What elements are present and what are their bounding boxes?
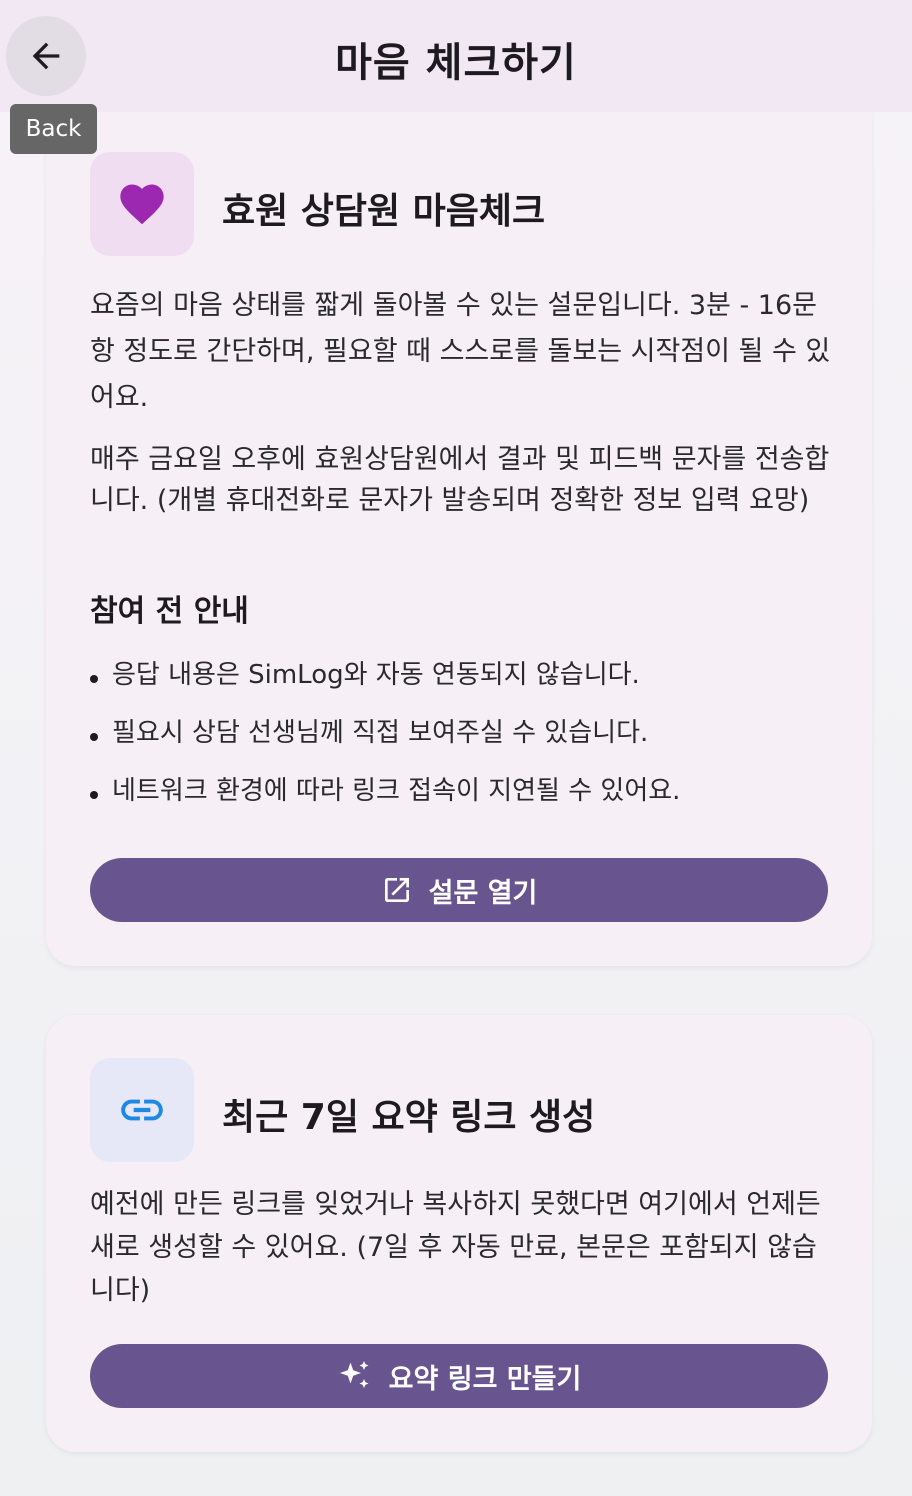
guide-item-text: 필요시 상담 선생님께 직접 보여주실 수 있습니다. xyxy=(112,718,649,748)
link-icon xyxy=(121,1099,163,1121)
guide-item-text: 응답 내용은 SimLog와 자동 연동되지 않습니다. xyxy=(112,660,640,690)
summary-description: 예전에 만든 링크를 잊었거나 복사하지 못했다면 여기에서 언제든 새로 생성… xyxy=(90,1189,821,1306)
open-survey-button[interactable]: 설문 열기 xyxy=(90,858,828,922)
list-item: 필요시 상담 선생님께 직접 보여주실 수 있습니다. xyxy=(90,704,680,762)
page-title: 마음 체크하기 xyxy=(335,40,577,86)
bullet-dot xyxy=(90,675,98,683)
bullet-dot xyxy=(90,791,98,799)
guide-list: 응답 내용은 SimLog와 자동 연동되지 않습니다. 필요시 상담 선생님께… xyxy=(90,646,680,820)
survey-icon-box xyxy=(90,152,194,256)
summary-link-card: 최근 7일 요약 링크 생성 예전에 만든 링크를 잊었거나 복사하지 못했다면… xyxy=(46,1015,872,1452)
create-summary-link-button[interactable]: 요약 링크 만들기 xyxy=(90,1344,828,1408)
bullet-dot xyxy=(90,733,98,741)
open-survey-label: 설문 열기 xyxy=(428,877,538,909)
create-summary-link-label: 요약 링크 만들기 xyxy=(388,1363,582,1395)
heart-icon xyxy=(120,184,164,225)
survey-card: 효원 상담원 마음체크 요즘의 마음 상태를 짧게 돌아볼 수 있는 설문입니다… xyxy=(46,86,872,966)
back-tooltip: Back xyxy=(10,104,97,154)
survey-description: 요즘의 마음 상태를 짧게 돌아볼 수 있는 설문입니다. 3분 - 16문항 … xyxy=(90,290,831,413)
list-item: 응답 내용은 SimLog와 자동 연동되지 않습니다. xyxy=(90,646,680,704)
summary-card-title: 최근 7일 요약 링크 생성 xyxy=(222,1097,596,1138)
survey-card-title: 효원 상담원 마음체크 xyxy=(222,191,546,232)
sparkle-icon xyxy=(337,1358,373,1394)
guide-item-text: 네트워크 환경에 따라 링크 접속이 지연될 수 있어요. xyxy=(112,776,681,806)
guide-title: 참여 전 안내 xyxy=(90,594,249,629)
open-in-new-icon xyxy=(381,874,413,906)
survey-notice: 매주 금요일 오후에 효원상담원에서 결과 및 피드백 문자를 전송합니다. (… xyxy=(90,444,830,516)
summary-icon-box xyxy=(90,1058,194,1162)
app-bar: 마음 체크하기 xyxy=(0,0,912,112)
list-item: 네트워크 환경에 따라 링크 접속이 지연될 수 있어요. xyxy=(90,762,680,820)
